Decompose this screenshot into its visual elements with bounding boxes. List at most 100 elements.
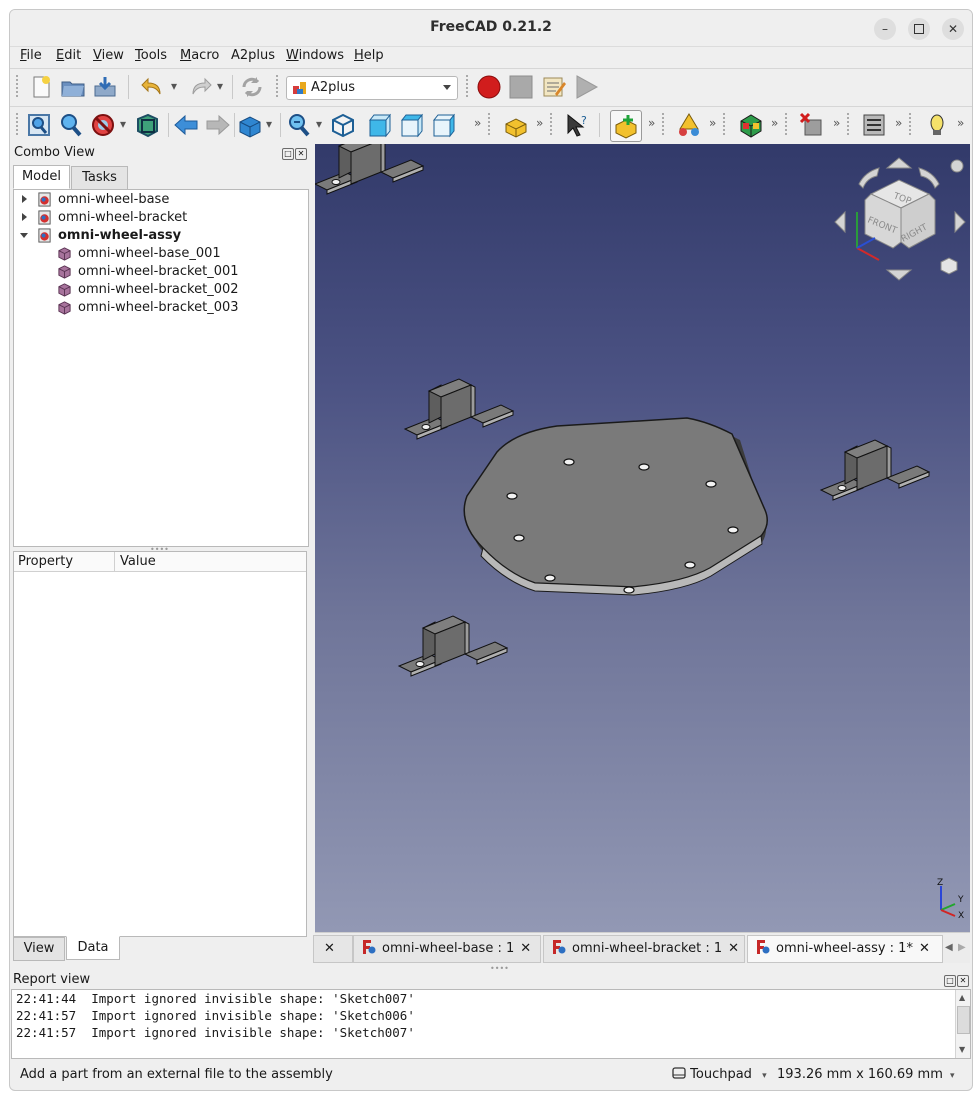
- menu-a2plus[interactable]: A2plus: [231, 48, 275, 63]
- toolbar-overflow-icon[interactable]: »: [833, 116, 840, 130]
- rotate-left-arrow-icon[interactable]: [834, 210, 846, 234]
- float-panel-icon[interactable]: □: [944, 975, 956, 987]
- forward-arrow-icon[interactable]: [205, 112, 231, 138]
- close-panel-icon[interactable]: ✕: [957, 975, 969, 987]
- close-button[interactable]: ✕: [942, 18, 964, 40]
- toolbar-overflow-icon[interactable]: »: [474, 116, 481, 130]
- bracket-part[interactable]: [404, 378, 514, 440]
- base-plate-part[interactable]: [463, 417, 768, 596]
- report-log[interactable]: 22:41:44 Import ignored invisible shape:…: [11, 989, 971, 1059]
- create-part-icon[interactable]: [503, 112, 529, 138]
- zoom-icon[interactable]: [286, 112, 312, 138]
- constraints-icon[interactable]: [676, 112, 702, 138]
- menu-macro[interactable]: Macro: [180, 48, 219, 63]
- redo-dropdown-icon[interactable]: ▾: [217, 79, 223, 93]
- undo-icon[interactable]: [140, 74, 166, 100]
- toolbar-overflow-icon[interactable]: »: [771, 116, 778, 130]
- scrollbar-thumb[interactable]: [957, 1006, 970, 1034]
- close-tab-icon[interactable]: ✕: [324, 941, 335, 956]
- isometric-view-icon[interactable]: [330, 112, 356, 138]
- tree-item[interactable]: omni-wheel-assy: [14, 227, 308, 245]
- scroll-up-icon[interactable]: ▲: [959, 993, 965, 1002]
- toolbar-overflow-icon[interactable]: »: [957, 116, 964, 130]
- report-scrollbar[interactable]: ▲ ▼: [955, 990, 970, 1058]
- edit-macro-icon[interactable]: [541, 74, 567, 100]
- add-part-from-file-button[interactable]: [610, 110, 642, 142]
- doc-tab-omni-wheel-base[interactable]: omni-wheel-base : 1 ✕: [353, 935, 541, 963]
- std-views-icon[interactable]: [237, 112, 263, 138]
- open-folder-icon[interactable]: [60, 74, 86, 100]
- tree-item[interactable]: omni-wheel-base_001: [14, 245, 308, 263]
- bounding-box-icon[interactable]: [134, 112, 160, 138]
- menu-help[interactable]: Help: [354, 48, 384, 63]
- front-view-icon[interactable]: [367, 112, 393, 138]
- tab-scroll-right-icon[interactable]: ▶: [958, 937, 968, 959]
- close-panel-icon[interactable]: ✕: [295, 148, 307, 160]
- menu-tools[interactable]: Tools: [135, 48, 167, 63]
- draw-style-dropdown-icon[interactable]: ▾: [120, 117, 126, 131]
- menu-view[interactable]: View: [93, 48, 124, 63]
- property-column-header[interactable]: Property: [18, 554, 73, 569]
- value-column-header[interactable]: Value: [120, 554, 156, 569]
- close-tab-icon[interactable]: ✕: [728, 941, 739, 956]
- bracket-part[interactable]: [315, 144, 425, 195]
- doc-tab-omni-wheel-bracket[interactable]: omni-wheel-bracket : 1 ✕: [543, 935, 745, 963]
- partlist-icon[interactable]: [861, 112, 887, 138]
- std-views-dropdown-icon[interactable]: ▾: [266, 117, 272, 131]
- delete-constraints-icon[interactable]: [799, 112, 825, 138]
- toolbar-grip[interactable]: [662, 113, 667, 135]
- rotate-up-arrow-icon[interactable]: [885, 157, 913, 169]
- toolbar-grip[interactable]: [847, 113, 852, 135]
- toolbar-overflow-icon[interactable]: »: [536, 116, 543, 130]
- toolbar-grip[interactable]: [909, 113, 914, 135]
- new-document-icon[interactable]: [28, 74, 54, 100]
- close-tab-icon[interactable]: ✕: [520, 941, 531, 956]
- toolbar-grip[interactable]: [466, 75, 471, 97]
- dimension-readout[interactable]: 193.26 mm x 160.69 mm ▾: [777, 1067, 955, 1082]
- toolbar-grip[interactable]: [488, 113, 493, 135]
- view-menu-icon[interactable]: [950, 159, 964, 173]
- float-panel-icon[interactable]: □: [282, 148, 294, 160]
- column-divider[interactable]: [114, 552, 115, 571]
- record-macro-icon[interactable]: [476, 74, 502, 100]
- expand-arrow-icon[interactable]: [22, 195, 27, 203]
- close-tab-icon[interactable]: ✕: [919, 941, 930, 956]
- toolbar-grip[interactable]: [723, 113, 728, 135]
- ortho-toggle-icon[interactable]: [940, 257, 958, 275]
- menu-file[interactable]: File: [20, 48, 42, 63]
- refresh-icon[interactable]: [239, 74, 265, 100]
- toolbar-grip[interactable]: [16, 113, 21, 135]
- tree-item[interactable]: omni-wheel-bracket_001: [14, 263, 308, 281]
- rotate-down-arrow-icon[interactable]: [885, 269, 913, 281]
- whats-this-icon[interactable]: ?: [564, 112, 590, 138]
- bracket-part[interactable]: [398, 615, 508, 677]
- fit-selection-icon[interactable]: [58, 112, 84, 138]
- tab-view[interactable]: View: [13, 937, 65, 961]
- undo-dropdown-icon[interactable]: ▾: [171, 79, 177, 93]
- tab-scroll-left-icon[interactable]: ◀: [945, 937, 955, 959]
- navigation-cube[interactable]: TOP FRONT RIGHT: [831, 150, 967, 290]
- roll-right-icon[interactable]: [918, 167, 940, 189]
- truncated-tab[interactable]: ✕: [313, 935, 353, 963]
- stop-macro-icon[interactable]: [508, 74, 534, 100]
- rotate-right-arrow-icon[interactable]: [954, 210, 966, 234]
- bulb-icon[interactable]: [924, 112, 950, 138]
- splitter-handle[interactable]: ••••: [490, 964, 509, 973]
- right-view-icon[interactable]: [431, 112, 457, 138]
- minimize-button[interactable]: –: [874, 18, 896, 40]
- draw-style-icon[interactable]: [90, 112, 116, 138]
- zoom-dropdown-icon[interactable]: ▾: [316, 117, 322, 131]
- solver-icon[interactable]: [738, 112, 764, 138]
- redo-icon[interactable]: [187, 74, 213, 100]
- tab-data[interactable]: Data: [66, 936, 120, 960]
- tree-item[interactable]: omni-wheel-bracket_002: [14, 281, 308, 299]
- property-editor[interactable]: Property Value: [13, 551, 307, 937]
- nav-cube-body[interactable]: TOP FRONT RIGHT: [864, 179, 936, 249]
- toolbar-grip[interactable]: [785, 113, 790, 135]
- toolbar-overflow-icon[interactable]: »: [895, 116, 902, 130]
- tree-item[interactable]: omni-wheel-bracket_003: [14, 299, 308, 317]
- toolbar-grip[interactable]: [550, 113, 555, 135]
- toolbar-overflow-icon[interactable]: »: [709, 116, 716, 130]
- tab-tasks[interactable]: Tasks: [71, 166, 128, 190]
- run-macro-icon[interactable]: [573, 74, 599, 100]
